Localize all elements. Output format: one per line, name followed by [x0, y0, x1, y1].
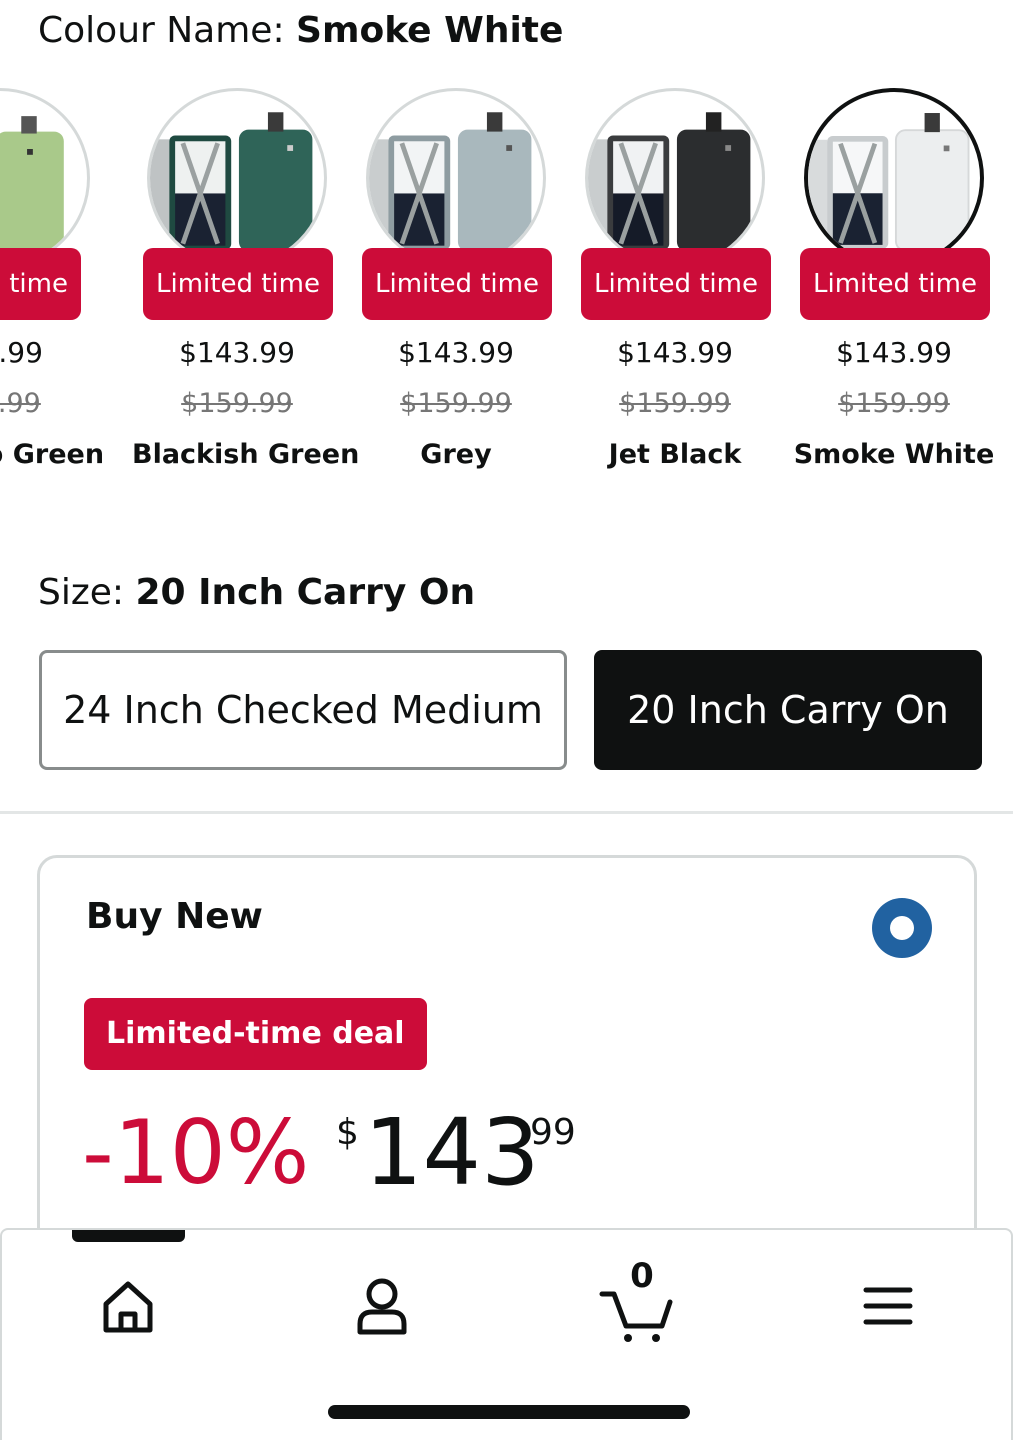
size-option-24-inch-checked-medium[interactable]: 24 Inch Checked Medium [39, 650, 567, 770]
swatch-list-price: $159.99 [181, 388, 293, 419]
colour-name-header: Colour Name: Smoke White [38, 10, 563, 51]
size-value: 20 Inch Carry On [135, 572, 476, 613]
discount-percentage: -10% [82, 1101, 310, 1204]
suitcase-thumbnail[interactable] [366, 88, 546, 268]
swatch-list-price: $159.99 [400, 388, 512, 419]
price-whole: 143 [364, 1099, 540, 1206]
swatch-list-price: $159.99 [619, 388, 731, 419]
bottom-navigation-bar: 0 [0, 1228, 1013, 1440]
swatch-name: Bamboo Green [0, 439, 105, 470]
swatch-jet-black[interactable]: Limited time $143.99 $159.99 Jet Black [580, 86, 800, 486]
swatch-name: Smoke White [793, 439, 995, 470]
swatch-bamboo-green[interactable]: Limited time $143.99 $159.99 Bamboo Gree… [0, 86, 110, 486]
active-tab-indicator [72, 1230, 185, 1242]
swatch-price: $143.99 [179, 336, 295, 369]
limited-time-badge: Limited time [0, 248, 81, 320]
suitcase-thumbnail[interactable] [585, 88, 765, 268]
swatch-name: Grey [420, 439, 492, 470]
limited-time-badge: Limited time [143, 248, 333, 320]
limited-time-badge: Limited time [362, 248, 552, 320]
price-fraction: 99 [530, 1112, 576, 1153]
swatch-blackish-green[interactable]: Limited time $143.99 $159.99 Blackish Gr… [132, 86, 362, 486]
menu-icon[interactable] [848, 1266, 928, 1346]
swatch-grey[interactable]: Limited time $143.99 $159.99 Grey [361, 86, 581, 486]
colour-name-value: Smoke White [296, 10, 564, 51]
swatch-price: $143.99 [0, 336, 43, 369]
swatch-name: Jet Black [608, 439, 742, 470]
price-currency: $ [336, 1112, 359, 1153]
suitcase-thumbnail[interactable] [147, 88, 327, 268]
cart-count: 0 [630, 1256, 654, 1296]
limited-time-deal-badge: Limited-time deal [84, 998, 427, 1070]
suitcase-thumbnail[interactable] [804, 88, 984, 268]
buy-new-card[interactable]: Buy New Limited-time deal -10% $ 143 99 [37, 855, 977, 1275]
swatch-price: $143.99 [398, 336, 514, 369]
colour-swatch-row: Limited time $143.99 $159.99 Bamboo Gree… [0, 86, 1013, 486]
swatch-list-price: $159.99 [838, 388, 950, 419]
size-header: Size: 20 Inch Carry On [38, 572, 475, 613]
swatch-list-price: $159.99 [0, 388, 41, 419]
buy-new-radio[interactable] [872, 898, 932, 958]
home-icon[interactable] [88, 1266, 168, 1346]
account-icon[interactable] [342, 1266, 422, 1346]
section-divider [0, 811, 1013, 814]
suitcase-thumbnail[interactable] [0, 88, 90, 268]
limited-time-badge: Limited time [800, 248, 990, 320]
colour-name-label: Colour Name: [38, 10, 297, 51]
buy-new-title: Buy New [86, 896, 263, 937]
size-option-20-inch-carry-on[interactable]: 20 Inch Carry On [594, 650, 982, 770]
swatch-price: $143.99 [617, 336, 733, 369]
size-label: Size: [38, 572, 136, 613]
limited-time-badge: Limited time [581, 248, 771, 320]
swatch-price: $143.99 [836, 336, 952, 369]
swatch-name: Blackish Green [132, 439, 360, 470]
swatch-smoke-white[interactable]: Limited time $143.99 $159.99 Smoke White [794, 86, 1013, 486]
home-indicator[interactable] [328, 1405, 690, 1419]
